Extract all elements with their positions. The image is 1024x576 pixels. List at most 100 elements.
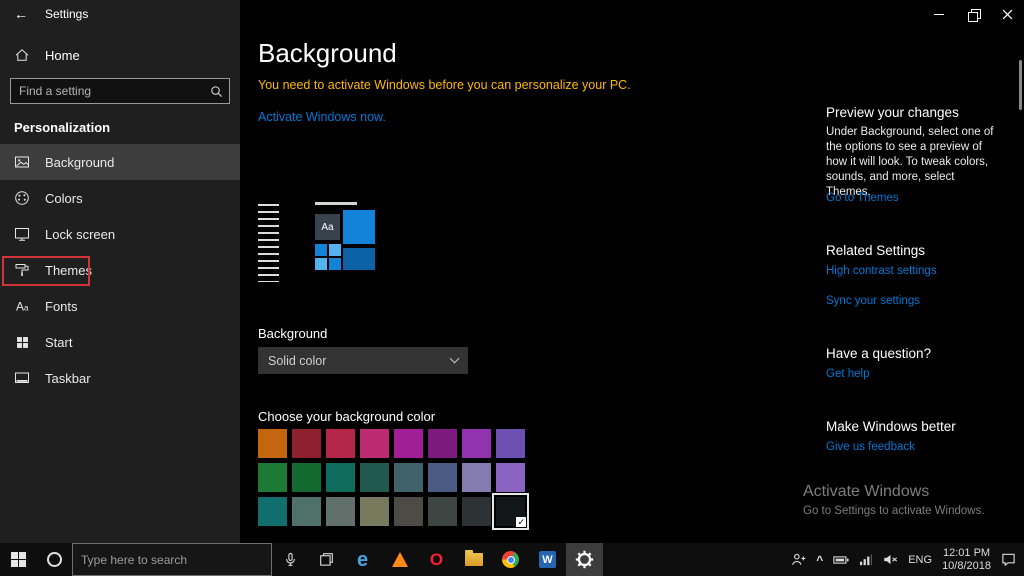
restore-button[interactable] [956, 0, 990, 28]
windows-logo-icon [11, 552, 26, 567]
settings-search-box[interactable] [10, 78, 230, 104]
edge-icon[interactable]: e [344, 543, 381, 576]
background-icon [14, 154, 30, 170]
preview-changes-description: Under Background, select one of the opti… [826, 125, 996, 200]
settings-search-input[interactable] [19, 84, 210, 98]
background-settings-page: Background You need to activate Windows … [240, 28, 1024, 543]
sidebar-item-background[interactable]: Background [0, 144, 240, 180]
opera-icon[interactable]: O [418, 543, 455, 576]
watermark-title: Activate Windows [803, 483, 985, 501]
color-swatch[interactable] [258, 463, 287, 492]
color-swatch[interactable] [462, 497, 491, 526]
file-explorer-icon[interactable] [455, 543, 492, 576]
color-swatch[interactable] [258, 497, 287, 526]
related-settings-title: Related Settings [826, 243, 925, 258]
svg-text:a: a [24, 304, 29, 313]
sidebar-nav: Background Colors Lock screen Themes [0, 144, 240, 396]
close-button[interactable] [990, 0, 1024, 28]
color-swatch[interactable] [394, 463, 423, 492]
color-swatch[interactable] [258, 429, 287, 458]
activate-windows-link[interactable]: Activate Windows now. [258, 110, 386, 124]
sidebar-item-start[interactable]: Start [0, 324, 240, 360]
give-us-feedback-link[interactable]: Give us feedback [826, 441, 915, 453]
color-swatch[interactable] [428, 497, 457, 526]
task-view-icon [319, 552, 334, 567]
color-swatch[interactable] [360, 429, 389, 458]
taskbar: e O W ^ ENG 12:01 PM 10 [0, 543, 1024, 576]
sync-your-settings-link[interactable]: Sync your settings [826, 295, 920, 307]
network-icon[interactable] [859, 554, 873, 566]
color-swatch[interactable] [292, 497, 321, 526]
have-a-question-title: Have a question? [826, 346, 931, 361]
cortana-icon [47, 552, 62, 567]
people-icon[interactable] [791, 552, 806, 567]
lock-screen-icon [14, 226, 30, 242]
task-view-button[interactable] [308, 543, 344, 576]
windows-desktop: ← Settings Home Personalization Backgrou… [0, 0, 1024, 576]
sidebar-item-home[interactable]: Home [0, 40, 240, 70]
color-swatch[interactable] [326, 497, 355, 526]
color-swatch[interactable] [394, 429, 423, 458]
themes-icon [14, 262, 30, 278]
color-swatch[interactable] [326, 429, 355, 458]
settings-sidebar: ← Settings Home Personalization Backgrou… [0, 0, 240, 543]
color-swatch[interactable] [428, 463, 457, 492]
color-swatch[interactable] [462, 463, 491, 492]
action-center-icon[interactable] [1001, 552, 1016, 567]
page-title: Background [258, 38, 397, 69]
back-icon[interactable]: ← [14, 6, 28, 22]
word-icon[interactable]: W [529, 543, 566, 576]
language-indicator[interactable]: ENG [908, 554, 932, 566]
color-swatch[interactable] [292, 429, 321, 458]
cortana-button[interactable] [36, 543, 72, 576]
sidebar-item-taskbar[interactable]: Taskbar [0, 360, 240, 396]
color-swatch[interactable] [462, 429, 491, 458]
color-swatch[interactable] [292, 463, 321, 492]
get-help-link[interactable]: Get help [826, 368, 869, 380]
sidebar-item-lock-screen[interactable]: Lock screen [0, 216, 240, 252]
show-hidden-icons-button[interactable]: ^ [816, 554, 823, 566]
taskbar-search-box[interactable] [72, 543, 272, 576]
dropdown-value: Solid color [268, 354, 326, 368]
clock[interactable]: 12:01 PM 10/8/2018 [942, 547, 991, 573]
taskbar-search-input[interactable] [73, 553, 271, 567]
color-swatch[interactable] [496, 429, 525, 458]
start-button[interactable] [0, 543, 36, 576]
selected-check-icon: ✓ [516, 517, 526, 527]
color-swatch[interactable]: ✓ [496, 497, 525, 526]
chrome-icon[interactable] [492, 543, 529, 576]
color-swatch[interactable] [394, 497, 423, 526]
titlebar: ← Settings [0, 0, 240, 28]
vlc-icon[interactable] [381, 543, 418, 576]
background-preview: Aa [258, 200, 378, 288]
sidebar-item-themes[interactable]: Themes [0, 252, 240, 288]
minimize-button[interactable] [922, 0, 956, 28]
go-to-themes-link[interactable]: Go to Themes [826, 192, 899, 204]
preview-tile [329, 258, 341, 270]
window-controls [922, 0, 1024, 28]
color-swatch[interactable] [496, 463, 525, 492]
settings-app-icon[interactable] [566, 543, 603, 576]
color-swatch[interactable] [326, 463, 355, 492]
system-tray: ^ ENG 12:01 PM 10/8/2018 [791, 547, 1024, 573]
scrollbar-thumb[interactable] [1019, 60, 1022, 110]
activate-windows-watermark: Activate Windows Go to Settings to activ… [803, 483, 985, 517]
sidebar-item-fonts[interactable]: Aa Fonts [0, 288, 240, 324]
color-swatch[interactable] [360, 463, 389, 492]
battery-icon[interactable] [833, 554, 849, 566]
sidebar-section-title: Personalization [0, 118, 240, 138]
preview-tile [315, 258, 327, 270]
microphone-button[interactable] [272, 543, 308, 576]
sidebar-item-colors[interactable]: Colors [0, 180, 240, 216]
color-swatch[interactable] [428, 429, 457, 458]
preview-tile [343, 248, 375, 270]
preview-header-bar [315, 202, 357, 205]
volume-muted-icon[interactable] [883, 553, 898, 566]
background-type-dropdown[interactable]: Solid color [258, 347, 468, 374]
taskbar-icon [14, 370, 30, 386]
high-contrast-settings-link[interactable]: High contrast settings [826, 265, 937, 277]
background-dropdown-label: Background [258, 326, 327, 341]
color-swatch[interactable] [360, 497, 389, 526]
colors-icon [14, 190, 30, 206]
search-icon[interactable] [210, 85, 223, 98]
